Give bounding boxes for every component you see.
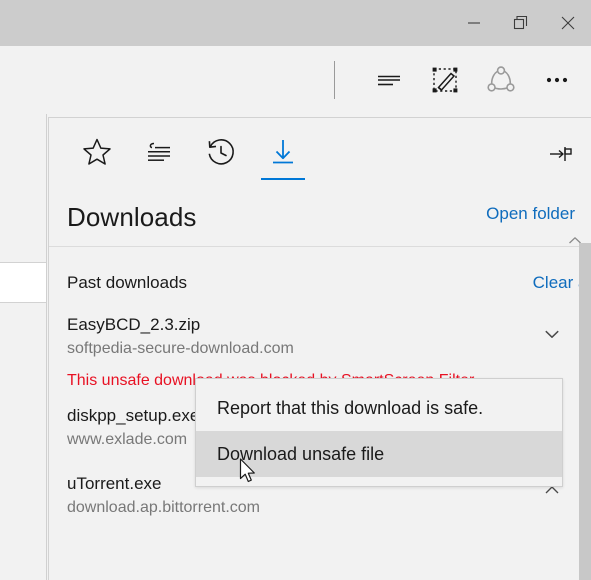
page-title: Downloads [67,201,197,232]
minimize-icon [467,22,480,24]
hub-header: Downloads Open folder [49,188,591,247]
page-content-peek [0,114,47,580]
minimize-button[interactable] [450,0,497,46]
history-clock-icon [208,139,234,165]
window-title-bar [0,0,591,46]
hub-tab-favorites[interactable] [66,122,128,184]
window-controls [450,0,591,46]
share-icon [487,66,515,92]
close-button[interactable] [544,0,591,46]
download-actions-button[interactable] [541,323,563,345]
web-note-button[interactable] [417,52,473,108]
restore-icon [513,15,527,30]
web-note-icon [432,67,458,93]
vertical-scrollbar[interactable] [579,243,591,580]
pin-pane-button[interactable] [547,140,575,168]
more-button[interactable] [529,52,585,108]
hub-tab-reading-list[interactable] [128,122,190,184]
restore-button[interactable] [497,0,544,46]
hub-tab-strip [49,118,591,188]
toolbar-separator [334,61,335,99]
pin-icon [550,147,572,161]
menu-item-report-safe[interactable]: Report that this download is safe. [196,385,562,431]
reading-view-button[interactable] [361,52,417,108]
reading-view-icon [378,75,400,86]
star-icon [83,138,111,165]
download-source-url: download.ap.bittorrent.com [67,499,260,516]
browser-toolbar [0,46,591,114]
download-item-easybcd[interactable]: EasyBCD_2.3.zip softpedia-secure-downloa… [49,305,591,367]
reading-list-icon [148,142,170,161]
hub-panel: Downloads Open folder Past downloads Cle… [48,117,591,580]
more-icon [546,77,568,83]
share-button[interactable] [473,52,529,108]
download-context-menu: Report that this download is safe. Downl… [195,378,563,487]
chevron-down-icon [545,330,559,338]
open-folder-link[interactable]: Open folder [486,204,575,224]
hub-tab-downloads[interactable] [252,122,314,184]
download-source-url: softpedia-secure-download.com [67,340,294,357]
download-arrow-icon [273,140,293,164]
hub-tab-history[interactable] [190,122,252,184]
close-icon [561,16,574,30]
past-downloads-header: Past downloads Clear all [49,261,591,305]
toolbar-actions [334,46,585,114]
page-peek-card [0,262,46,303]
menu-item-download-unsafe[interactable]: Download unsafe file [196,431,562,477]
past-downloads-label: Past downloads [67,273,188,292]
download-file-name: EasyBCD_2.3.zip [67,315,201,334]
